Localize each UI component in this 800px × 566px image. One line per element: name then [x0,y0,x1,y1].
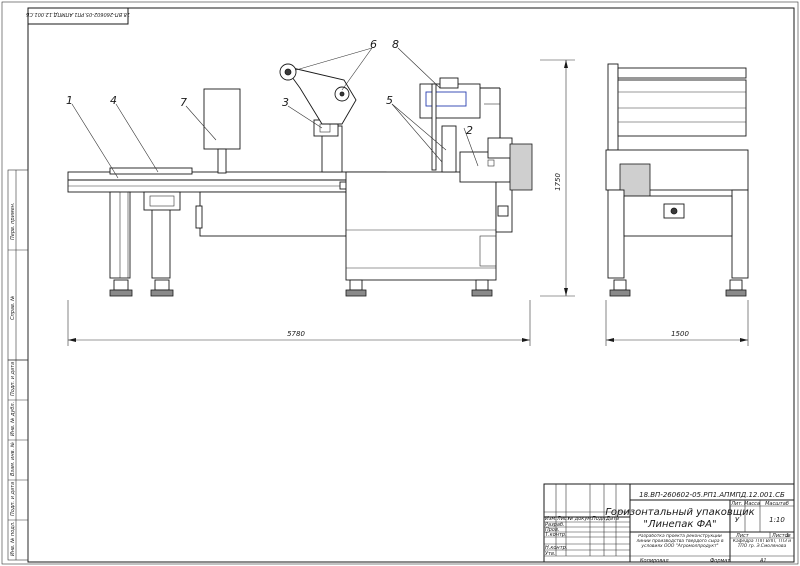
col-scale: Масштаб [765,501,789,507]
side-upright [607,63,619,151]
side-leg-left [607,189,625,279]
dim-width: 1500 [671,330,689,338]
scale-value: 1:10 [769,516,785,524]
side-stamp-4: Взам. инв. № [10,442,16,476]
conveyor-table [67,171,387,193]
row-utv: Утв. [545,551,556,557]
top-stamp-text: 18.ВП-260602-05.РП1.АПМПД.12.001.СБ [25,11,130,17]
org-box: Кафедра ТПП ВЛП, ТПЗ и ТПО гр. Э.Смоляно… [732,539,792,549]
hdr-sign: Подп. [592,516,607,522]
drawing-canvas: 18.ВП-260602-05.РП1.АПМПД.12.001.СБ Перв… [1,1,799,565]
org-text: Кафедра ТПП ВЛП, ТПЗ и ТПО гр. Э.Смоляно… [732,539,792,549]
dim-height: 1750 [554,173,562,191]
title-block: 18.ВП-260602-05.РП1.АПМПД.12.001.СБ Гори… [543,483,795,564]
description-text: Разработка проекта реконструкции линии п… [636,534,724,549]
description-box: Разработка проекта реконструкции линии п… [636,534,724,549]
doc-code: 18.ВП-260602-05.РП1.АПМПД.12.001.СБ [639,491,785,499]
callout-7: 7 [180,96,187,109]
callout-4: 4 [110,94,117,107]
lit-value: У [735,516,740,524]
foot-1 [109,289,133,297]
callout-5: 5 [386,94,393,107]
side-stamp-2: Подп. и дата [10,362,16,396]
side-leg-right [731,189,749,279]
callout-2: 2 [466,124,473,137]
foot-2 [150,289,174,297]
col-lit: Лит. [730,501,743,507]
control-box-7 [203,88,241,150]
callout-8: 8 [392,38,399,51]
side-stamp-1: Справ. № [10,296,16,320]
row-tkontr: Т.контр. [545,532,567,538]
side-stamp: Перв. примен. Справ. № Подп. и дата Инв.… [7,169,29,561]
col-mass: Масса [744,501,760,507]
foot-4 [471,289,493,297]
hdr-doc: № докум. [567,516,593,522]
title-line-2: "Линепак ФА" [643,519,716,530]
callouts: 1 4 7 3 6 8 5 2 [66,38,479,179]
side-foot-2 [725,289,747,297]
title-line-1: Горизонтальный упаковщик [605,507,754,518]
side-stamp-5: Подп. и дата [10,482,16,516]
forming-box-5 [441,125,457,173]
side-motor [619,163,651,201]
machine-body [199,191,347,237]
foot-3 [345,289,367,297]
callout-6: 6 [370,38,377,51]
callout-1: 1 [66,94,73,107]
machine-frame-right [345,171,497,281]
format-label: Формат [710,558,731,564]
side-stamp-3: Инв. № дубл. [10,402,16,436]
motor-unit [509,143,533,191]
conveyor-belt-top [109,167,193,175]
side-foot-1 [609,289,631,297]
dim-length: 5780 [287,330,305,338]
side-stamp-0: Перв. примен. [10,202,16,240]
front-view [67,63,533,297]
format-value: А1 [759,558,767,564]
folding-frame-8 [419,83,481,119]
side-stamp-6: Инв. № подл. [10,522,16,557]
hdr-date: Дата [605,516,619,522]
side-view [605,63,749,297]
copied-label: Копировал [640,558,669,564]
callout-3: 3 [282,96,289,109]
